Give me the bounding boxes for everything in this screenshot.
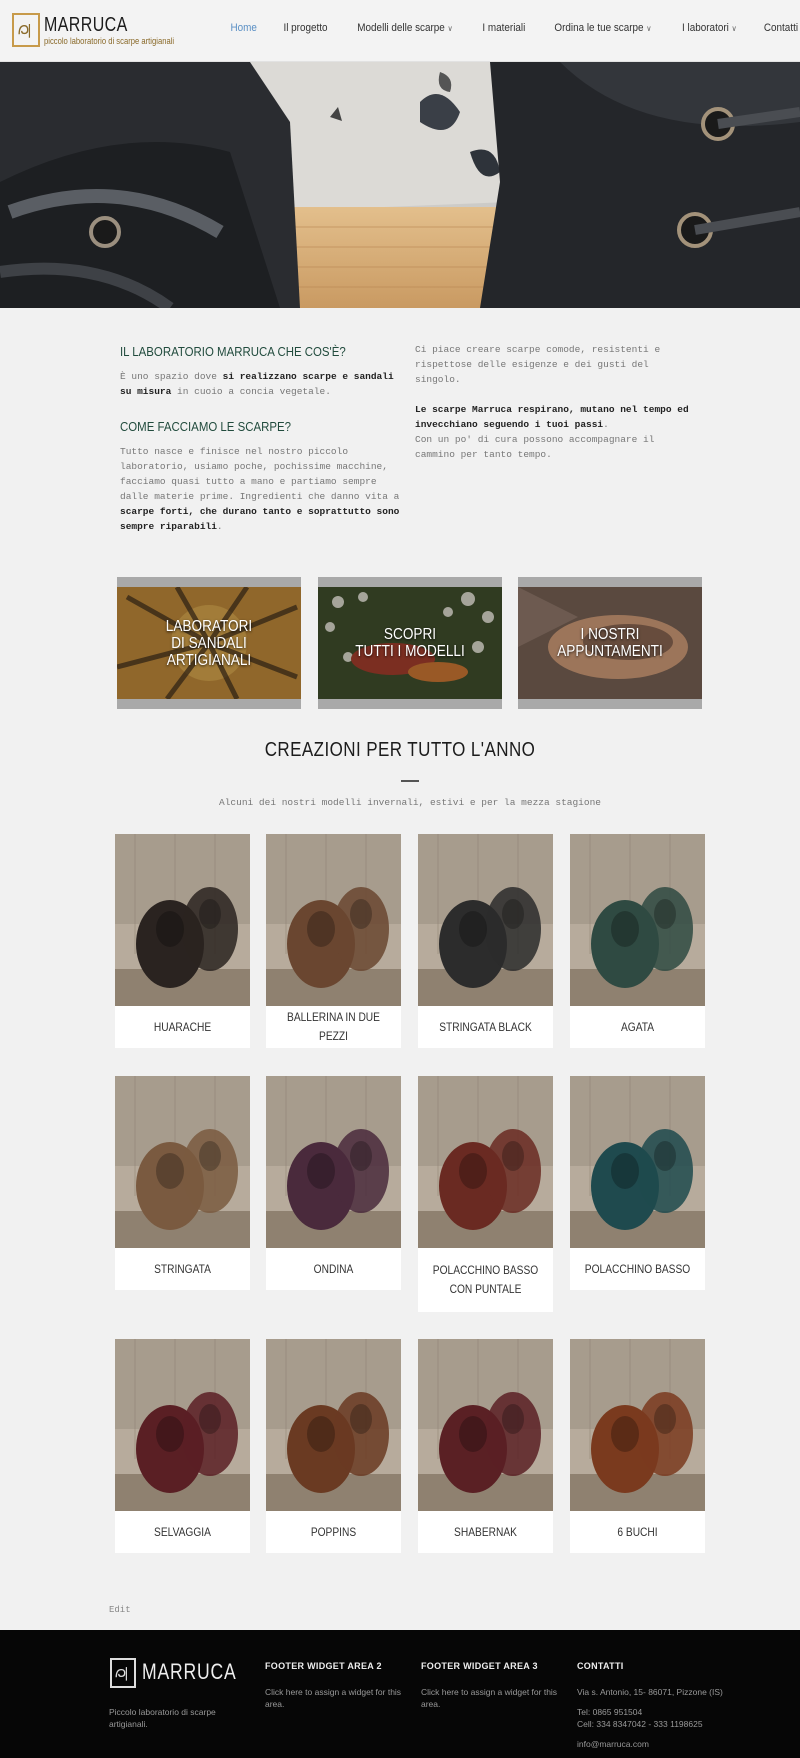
promo-label: LABORATORI DI SANDALI ARTIGIANALI [165, 617, 253, 669]
logo-emblem-icon [110, 1658, 136, 1688]
intro-heading-2: COME FACCIAMO LE SCARPE? [120, 419, 292, 434]
product-card[interactable]: AGATA [570, 834, 705, 1048]
product-image [115, 1339, 250, 1511]
product-image [115, 834, 250, 1006]
main-nav: Home Il progetto Modelli delle scarpe ∨ I ma… [207, 0, 800, 56]
product-card[interactable]: POLACCHINO BASSO CON PUNTALE [418, 1076, 553, 1312]
hero-image [0, 62, 800, 308]
product-card[interactable]: STRINGATA BLACK [418, 834, 553, 1048]
product-image [266, 1339, 401, 1511]
section-subtitle: Alcuni dei nostri modelli invernali, est… [219, 797, 601, 808]
intro-left-column: IL LABORATORIO MARRUCA CHE COS'È? È uno … [120, 344, 400, 554]
nav-item-il-progetto[interactable]: Il progetto [283, 22, 327, 34]
product-image [418, 834, 553, 1006]
product-name: HUARACHE [153, 1019, 212, 1034]
nav-item-ordina-le-tue-scarpe[interactable]: Ordina le tue scarpe ∨ [555, 22, 652, 34]
chevron-down-icon: ∨ [731, 24, 738, 33]
footer-widget-2-title: FOOTER WIDGET AREA 2 [265, 1661, 382, 1671]
footer-contacts-title: CONTATTI [577, 1661, 624, 1671]
intro-paragraph-1: È uno spazio dove si realizzano scarpe e… [120, 371, 394, 397]
product-image [570, 1076, 705, 1248]
logo-emblem-icon [12, 13, 40, 47]
intro-paragraph-2: Tutto nasce e finisce nel nostro piccolo… [120, 446, 400, 532]
chevron-down-icon: ∨ [646, 24, 652, 33]
footer-tagline: Piccolo laboratorio di scarpe artigianal… [109, 1707, 216, 1729]
product-name: 6 BUCHI [617, 1524, 658, 1539]
footer-address: Via s. Antonio, 15- 86071, Pizzone (IS) [577, 1687, 723, 1697]
promo-label: I NOSTRI APPUNTAMENTI [557, 626, 663, 660]
site-header: MARRUCA piccolo laboratorio di scarpe ar… [0, 0, 800, 62]
product-card[interactable]: BALLERINA IN DUE PEZZI [266, 834, 401, 1048]
footer-logo[interactable]: MARRUCA [110, 1658, 236, 1690]
product-name: SHABERNAK [454, 1524, 517, 1539]
footer-phones: Tel: 0865 951504 Cell: 334 8347042 - 333 … [577, 1707, 703, 1729]
nav-item-i-materiali[interactable]: I materiali [482, 22, 525, 34]
product-card[interactable]: ONDINA [266, 1076, 401, 1290]
intro-heading-1: IL LABORATORIO MARRUCA CHE COS'È? [120, 344, 346, 359]
product-card[interactable]: SELVAGGIA [115, 1339, 250, 1553]
product-card[interactable]: HUARACHE [115, 834, 250, 1048]
promo-appuntamenti[interactable]: I NOSTRI APPUNTAMENTI [518, 577, 702, 709]
product-name: STRINGATA BLACK [439, 1019, 532, 1034]
nav-item-i-laboratori[interactable]: I laboratori ∨ [682, 22, 737, 34]
product-image [570, 834, 705, 1006]
footer-widget-3-link[interactable]: Click here to assign a widget for this a… [421, 1686, 561, 1710]
product-image [418, 1339, 553, 1511]
promo-laboratori-sandali[interactable]: LABORATORI DI SANDALI ARTIGIANALI [117, 577, 301, 709]
nav-item-contatti[interactable]: Contatti [764, 22, 798, 34]
chevron-down-icon: ∨ [447, 24, 453, 33]
product-name: POLACCHINO BASSO CON PUNTALE [432, 1263, 539, 1296]
footer-widget-3: FOOTER WIDGET AREA 3 Click here to assig… [421, 1660, 561, 1718]
footer-logo-name: MARRUCA [142, 1659, 237, 1684]
footer-widget-3-title: FOOTER WIDGET AREA 3 [421, 1661, 538, 1671]
footer-email[interactable]: info@marruca.com [577, 1738, 747, 1750]
product-name: SELVAGGIA [154, 1524, 211, 1539]
product-image [418, 1076, 553, 1248]
product-name: BALLERINA IN DUE PEZZI [287, 1010, 380, 1043]
product-image [570, 1339, 705, 1511]
edit-link[interactable]: Edit [109, 1605, 131, 1615]
promo-label: SCOPRI TUTTI I MODELLI [355, 626, 465, 660]
intro-paragraph-4: Le scarpe Marruca respirano, mutano nel … [415, 404, 689, 460]
product-name: POLACCHINO BASSO [584, 1261, 691, 1276]
product-image [266, 1076, 401, 1248]
promo-scopri-modelli[interactable]: SCOPRI TUTTI I MODELLI [318, 577, 502, 709]
product-card[interactable]: POPPINS [266, 1339, 401, 1553]
section-title: CREAZIONI PER TUTTO L'ANNO [264, 739, 536, 761]
footer-widget-2: FOOTER WIDGET AREA 2 Click here to assig… [265, 1660, 405, 1718]
product-name: POPPINS [310, 1524, 357, 1539]
intro-paragraph-3: Ci piace creare scarpe comode, resistent… [415, 344, 661, 385]
product-name: STRINGATA [154, 1261, 211, 1276]
product-image [115, 1076, 250, 1248]
product-card[interactable]: 6 BUCHI [570, 1339, 705, 1553]
product-card[interactable]: STRINGATA [115, 1076, 250, 1290]
footer-widget-2-link[interactable]: Click here to assign a widget for this a… [265, 1686, 405, 1710]
product-name: ONDINA [313, 1261, 354, 1276]
product-card[interactable]: POLACCHINO BASSO [570, 1076, 705, 1290]
product-card[interactable]: SHABERNAK [418, 1339, 553, 1553]
product-image [266, 834, 401, 1006]
site-logo[interactable]: MARRUCA piccolo laboratorio di scarpe ar… [12, 13, 182, 49]
footer-contacts: CONTATTI Via s. Antonio, 15- 86071, Pizz… [577, 1660, 747, 1758]
nav-item-home[interactable]: Home [231, 22, 257, 34]
product-name: AGATA [620, 1019, 655, 1034]
nav-item-modelli-delle-scarpe[interactable]: Modelli delle scarpe ∨ [357, 22, 452, 34]
section-divider [401, 780, 419, 782]
logo-tagline: piccolo laboratorio di scarpe artigianal… [44, 36, 175, 46]
site-footer: MARRUCA Piccolo laboratorio di scarpe ar… [0, 1630, 800, 1758]
intro-right-column: Ci piace creare scarpe comode, resistent… [415, 342, 695, 477]
logo-name: MARRUCA [44, 14, 128, 36]
